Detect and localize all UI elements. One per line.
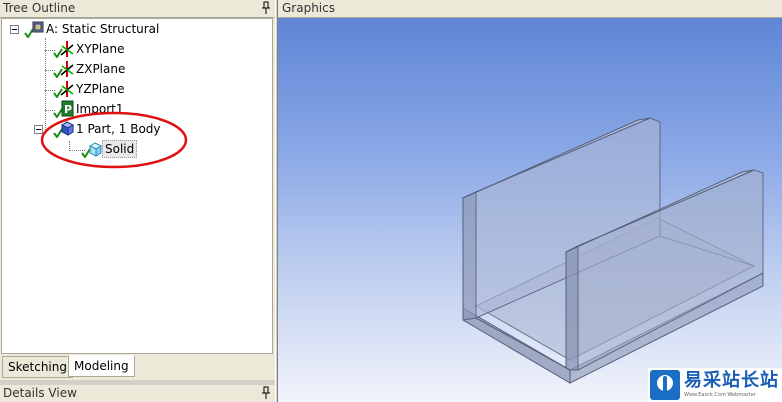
pin-icon[interactable] <box>261 386 271 400</box>
plane-axes-icon <box>52 40 74 58</box>
graphics-title: Graphics <box>282 1 335 15</box>
tabs-bar: Sketching Modeling <box>0 354 275 380</box>
details-view-title: Details View <box>3 386 77 400</box>
tree-item-static-structural[interactable]: A: Static Structural <box>22 19 161 39</box>
tree-item-label: XYPlane <box>76 42 125 56</box>
tree-item-zxplane[interactable]: ZXPlane <box>52 59 127 79</box>
tree-item-label: YZPlane <box>76 82 125 96</box>
plane-axes-icon <box>52 80 74 98</box>
tree-outline: A: Static Structural XYPlane ZXPlane YZP… <box>1 18 273 354</box>
static-structural-icon <box>22 20 44 38</box>
tree-item-label: A: Static Structural <box>46 22 160 36</box>
tree-item-xyplane[interactable]: XYPlane <box>52 39 126 59</box>
pin-icon[interactable] <box>261 1 271 15</box>
watermark: 易采站长站 Www.Easck.Com Webmaster <box>648 368 782 402</box>
watermark-subtext: Www.Easck.Com Webmaster <box>684 392 756 398</box>
tree-outline-header: Tree Outline <box>0 0 275 18</box>
tab-sketching[interactable]: Sketching <box>2 356 73 378</box>
graphics-header: Graphics <box>278 0 782 18</box>
plane-axes-icon <box>52 60 74 78</box>
channel-model[interactable] <box>278 18 782 402</box>
graphics-viewport[interactable] <box>278 18 782 402</box>
left-panel: Tree Outline A: Static Structural XYPlan… <box>0 0 275 402</box>
tree-outline-title: Tree Outline <box>3 1 76 15</box>
tab-modeling[interactable]: Modeling <box>68 355 135 377</box>
watermark-logo-icon <box>650 370 680 400</box>
collapse-toggle[interactable] <box>10 25 19 34</box>
details-view-header: Details View <box>0 385 275 402</box>
annotation-ellipse <box>40 111 188 169</box>
tree-item-label: ZXPlane <box>76 62 126 76</box>
watermark-text: 易采站长站 <box>684 370 779 391</box>
tree-item-yzplane[interactable]: YZPlane <box>52 79 126 99</box>
